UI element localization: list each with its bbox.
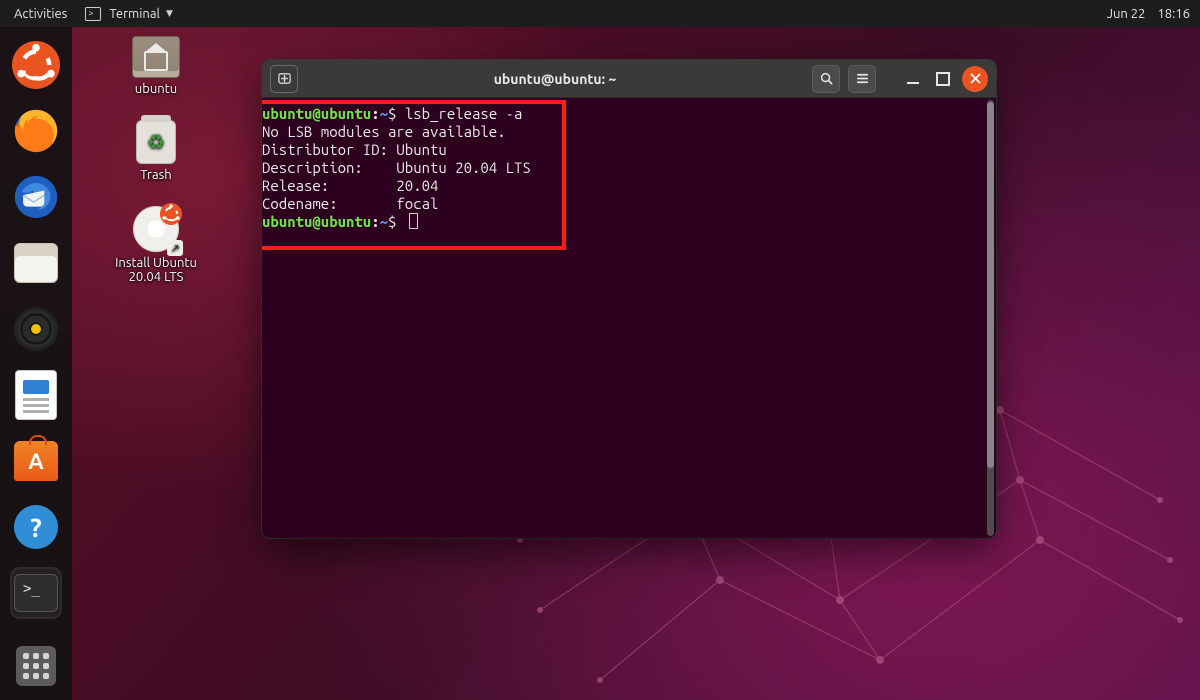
new-tab-icon [277,71,292,86]
ubuntu-badge-icon [160,203,182,225]
home-folder-icon [132,36,180,78]
search-icon [819,71,834,86]
show-applications-button[interactable] [16,646,56,686]
dock-ubuntu-software[interactable] [12,437,60,485]
terminal-output: ubuntu@ubuntu:~$ lsb_release -a No LSB m… [262,98,996,538]
clock-date: Jun 22 [1107,7,1146,21]
activities-button[interactable]: Activities [14,7,67,21]
desktop-icon-label: Install Ubuntu 20.04 LTS [115,256,197,284]
rhythmbox-icon [14,307,58,351]
terminal-window: ubuntu@ubuntu: ~ ubuntu@ubuntu:~$ lsb_re… [262,60,996,538]
scrollbar[interactable] [987,100,994,536]
ubuntu-icon [12,41,60,89]
maximize-button[interactable] [932,65,954,93]
terminal-line: Description: Ubuntu 20.04 LTS [262,159,531,176]
prompt-path: ~ [380,105,388,122]
search-button[interactable] [812,65,840,93]
terminal-titlebar[interactable]: ubuntu@ubuntu: ~ [262,60,996,98]
trash-icon [136,120,176,164]
minimize-button[interactable] [902,65,924,93]
terminal-line: Codename: focal [262,195,438,212]
dock-ubuntu-dash[interactable] [12,41,60,89]
close-icon [970,73,981,84]
dock-rhythmbox[interactable] [12,305,60,353]
hamburger-menu-button[interactable] [848,65,876,93]
ubuntu-software-icon [14,441,58,481]
help-icon: ? [14,505,58,549]
dock-terminal[interactable] [12,569,60,617]
shortcut-arrow-icon: ↗ [167,240,183,256]
libreoffice-writer-icon [15,370,57,420]
desktop-icon-trash[interactable]: Trash [96,120,216,182]
chevron-down-icon: ▼ [166,8,173,19]
files-icon [14,243,58,283]
dock-thunderbird[interactable] [12,173,60,221]
dock-libreoffice-writer[interactable] [12,371,60,419]
terminal-line: No LSB modules are available. [262,123,506,140]
hamburger-icon [855,71,870,86]
desktop-icon-label: Trash [140,168,171,182]
dock-firefox[interactable] [12,107,60,155]
new-tab-button[interactable] [270,65,298,93]
terminal-cursor [409,213,418,229]
terminal-icon [14,574,58,612]
clock-time: 18:16 [1157,7,1190,21]
terminal-line: Release: 20.04 [262,177,438,194]
window-title: ubuntu@ubuntu: ~ [306,71,804,87]
desktop-icons: ubuntu Trash ↗ Install Ubuntu 20.04 LTS [96,36,216,284]
dock-help[interactable]: ? [12,503,60,551]
desktop-icon-home[interactable]: ubuntu [96,36,216,96]
top-bar: Activities Terminal ▼ Jun 22 18:16 [0,0,1200,27]
dock: ? [0,27,72,700]
app-menu-label: Terminal [109,7,160,21]
desktop-icon-label: ubuntu [135,82,177,96]
close-button[interactable] [962,66,988,92]
terminal-command: lsb_release -a [405,105,523,122]
terminal-icon [85,7,101,21]
installer-icon: ↗ [133,206,179,252]
thunderbird-icon [13,174,59,220]
dock-files[interactable] [12,239,60,287]
terminal-body[interactable]: ubuntu@ubuntu:~$ lsb_release -a No LSB m… [262,98,996,538]
terminal-line: Distributor ID: Ubuntu [262,141,447,158]
desktop-icon-installer[interactable]: ↗ Install Ubuntu 20.04 LTS [96,206,216,284]
clock[interactable]: Jun 22 18:16 [1107,7,1190,21]
prompt-user-host: ubuntu@ubuntu [262,105,371,122]
app-menu[interactable]: Terminal ▼ [85,7,173,21]
firefox-icon [13,108,59,154]
